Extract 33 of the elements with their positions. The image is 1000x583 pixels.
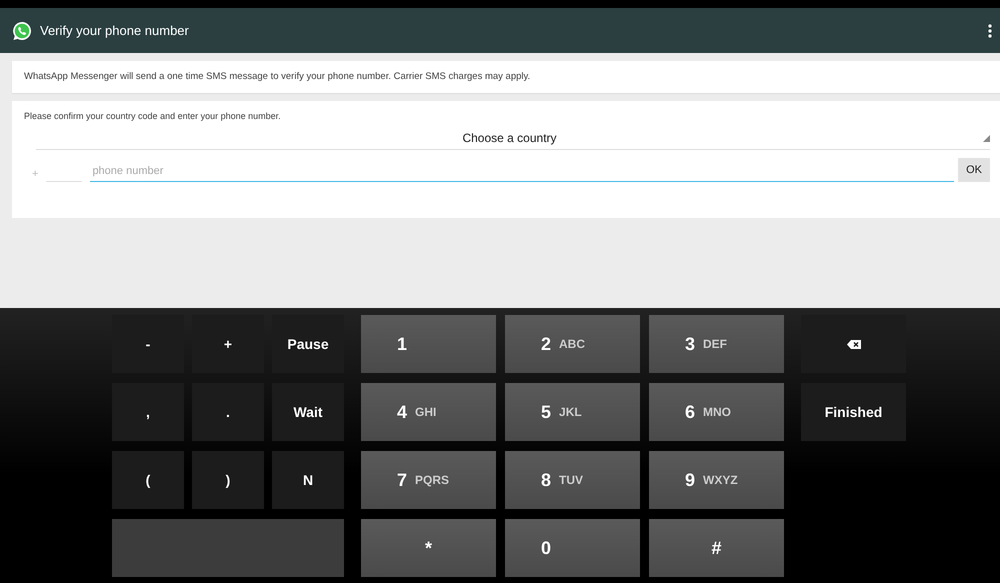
dropdown-corner-icon (983, 134, 990, 142)
chat-bubble-icon (12, 20, 32, 40)
finished-key[interactable]: Finished (801, 383, 906, 441)
digit-key[interactable]: 8 TUV (505, 451, 640, 509)
digit-key[interactable]: 6 MNO (649, 383, 784, 441)
symbol-key[interactable]: , (112, 383, 184, 441)
digit-key[interactable]: 0 (505, 519, 640, 577)
digit-key[interactable]: 2 ABC (505, 315, 640, 373)
digit-key[interactable]: 5 JKL (505, 383, 640, 441)
overflow-menu-icon[interactable] (988, 24, 992, 38)
blank-key[interactable] (112, 519, 344, 577)
sms-notice: WhatsApp Messenger will send a one time SMS message to verify your phone number. Carrier SMS charges may apply. (12, 61, 1000, 94)
digit-key[interactable]: 4 GHI (361, 383, 496, 441)
symbol-key[interactable]: - (112, 315, 184, 373)
symbol-key[interactable]: Pause (272, 315, 344, 373)
symbol-key[interactable]: * (361, 519, 496, 577)
symbol-key[interactable]: . (192, 383, 264, 441)
symbol-key[interactable]: # (649, 519, 784, 577)
symbol-key[interactable]: ( (112, 451, 184, 509)
digit-key[interactable]: 1 (361, 315, 496, 373)
digit-key[interactable]: 9 WXYZ (649, 451, 784, 509)
digit-key[interactable]: 7 PQRS (361, 451, 496, 509)
screen-title: Verify your phone number (40, 22, 189, 40)
symbol-key[interactable]: Wait (272, 383, 344, 441)
symbol-key[interactable]: + (192, 315, 264, 373)
symbol-key[interactable]: N (272, 451, 344, 509)
symbol-key[interactable]: ) (192, 451, 264, 509)
backspace-icon (846, 340, 860, 348)
plus-sign: + (32, 166, 38, 182)
ok-button[interactable]: OK (958, 158, 990, 182)
country-dropdown[interactable]: Choose a country (36, 128, 990, 150)
digit-key[interactable]: 3 DEF (649, 315, 784, 373)
instruction-text: Please confirm your country code and enter your phone number. (24, 110, 282, 124)
